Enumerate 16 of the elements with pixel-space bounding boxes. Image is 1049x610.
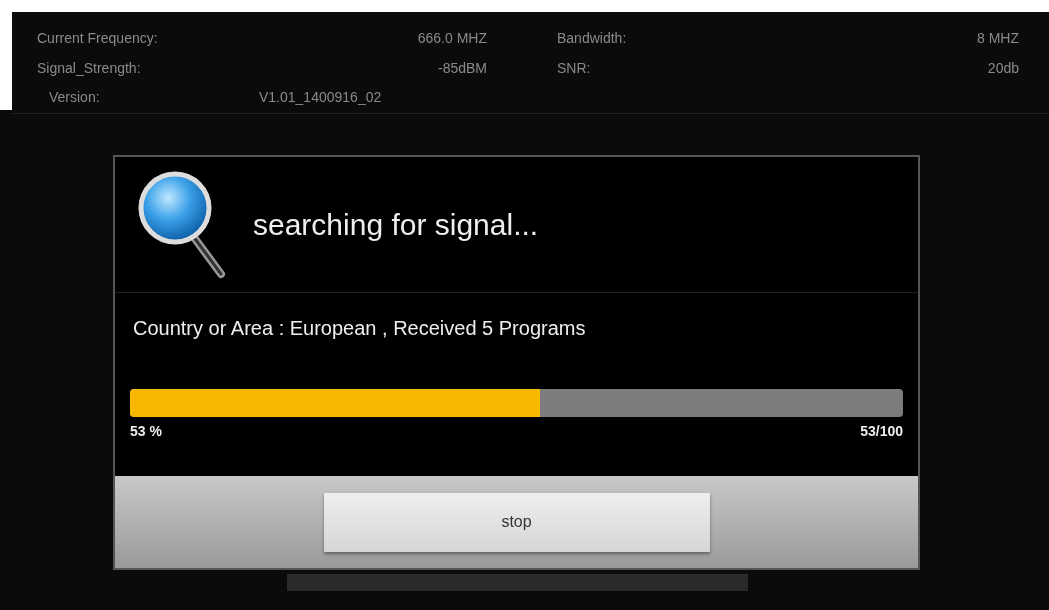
info-value: 666.0 MHZ [416,29,487,48]
info-value: V1.01_1400916_02 [259,88,383,108]
info-label: Current Frequency: [37,29,159,48]
dialog-title: searching for signal... [253,207,539,243]
magnifier-icon [137,169,227,280]
status-message: Country or Area : European , Received 5 Programs [133,317,586,339]
info-value: 20db [986,58,1019,78]
info-label: Version: [48,88,101,108]
percent-label: 53 % [130,422,162,441]
info-label: SNR: [557,58,592,78]
count-label: 53/100 [860,422,903,441]
info-value: 8 MHZ [976,29,1019,48]
info-label: Signal_Strength: [37,58,142,78]
info-label: Bandwidth: [557,29,628,48]
info-value: -85dBM [436,58,487,78]
stop-button[interactable]: stop [323,492,710,552]
